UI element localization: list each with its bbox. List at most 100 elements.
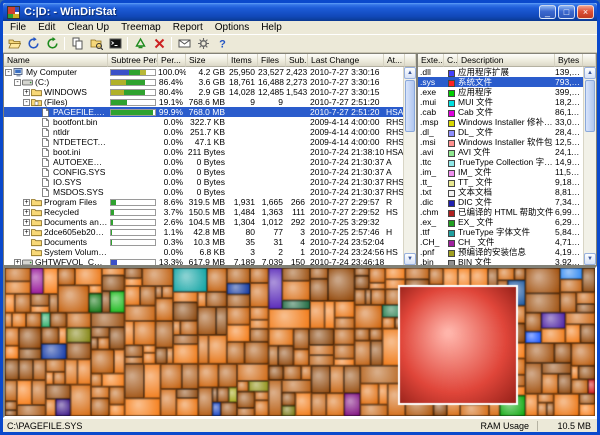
tree-column-header-7[interactable]: Last Change (308, 54, 384, 67)
expand-icon[interactable]: + (14, 259, 21, 266)
tree-column-header-1[interactable]: Subtree Perc... (108, 54, 158, 67)
tree-column-header-3[interactable]: Size (186, 54, 228, 67)
tree-column-header-0[interactable]: Name (4, 54, 108, 67)
extension-row[interactable]: .mspWindows Installer 修补程序33,030,144 (418, 117, 583, 127)
extension-row[interactable]: .pnf预编译的安装信息4,194,304 (418, 247, 583, 257)
treemap-canvas[interactable] (5, 268, 595, 416)
extension-scroll-track[interactable] (584, 133, 596, 253)
menu-help[interactable]: Help (255, 21, 288, 35)
extension-row[interactable]: .dl_DL_ 文件28,472,165 (418, 127, 583, 137)
tree-row[interactable]: +2dce605eb2032caf8b6...1.1%42.8 MB807732… (4, 227, 403, 237)
extension-scrollbar[interactable]: ▲ ▼ (583, 67, 596, 265)
tree-row[interactable]: +boot.ini0.0%211 Bytes2010-7-24 21:38:10… (4, 147, 403, 157)
extension-scroll-thumb[interactable] (585, 80, 595, 132)
extension-row[interactable]: .ex_EX_ 文件6,291,456 (418, 217, 583, 227)
menu-clean-up[interactable]: Clean Up (61, 21, 115, 35)
tree-column-header-4[interactable]: Items (228, 54, 258, 67)
toolbar-copy-path-button[interactable] (68, 36, 86, 52)
tree-row[interactable]: +WINDOWS80.4%2.9 GB14,02812,4851,5432010… (4, 87, 403, 97)
tree-row[interactable]: +IO.SYS0.0%0 Bytes2010-7-24 21:30:37RHSA (4, 177, 403, 187)
extension-row[interactable]: .ttcTrueType Collection 字体文件14,921,736 (418, 157, 583, 167)
tree-row[interactable]: +MSDOS.SYS0.0%0 Bytes2010-7-24 21:30:37R… (4, 187, 403, 197)
tree-item-label: NTDETECT.COM (53, 137, 108, 147)
scroll-down-icon[interactable]: ▼ (404, 253, 416, 265)
extension-row[interactable]: .muiMUI 文件18,243,584 (418, 97, 583, 107)
menu-edit[interactable]: Edit (32, 21, 61, 35)
tree-row[interactable]: +Program Files8.6%319.5 MB1,9311,6652662… (4, 197, 403, 207)
close-button[interactable]: × (577, 5, 594, 19)
tree-column-header-2[interactable]: Per... (158, 54, 186, 67)
menu-options[interactable]: Options (209, 21, 255, 35)
extension-column-header-3[interactable]: Bytes (555, 54, 583, 67)
menu-report[interactable]: Report (167, 21, 209, 35)
tree-row[interactable]: +ntldr0.0%251.7 KB2009-4-14 4:00:00RHSA (4, 127, 403, 137)
toolbar-refresh-selected-button[interactable] (43, 36, 61, 52)
menu-file[interactable]: File (4, 21, 32, 35)
toolbar-open-button[interactable] (5, 36, 23, 52)
toolbar-settings-button[interactable] (194, 36, 212, 52)
tree-column-header-8[interactable]: At... (384, 54, 405, 67)
scroll-up-icon[interactable]: ▲ (404, 67, 416, 79)
extension-row[interactable]: .binBIN 文件3,927,404 (418, 257, 583, 265)
expand-icon[interactable]: + (23, 89, 30, 96)
scroll-down-icon[interactable]: ▼ (584, 253, 596, 265)
toolbar-command-prompt-here-button[interactable] (106, 36, 124, 52)
tree-cell-subdirs: 1,543 (286, 87, 308, 97)
toolbar-delete-button[interactable] (150, 36, 168, 52)
tree-row[interactable]: +Documents0.3%10.3 MB353142010-7-24 23:5… (4, 237, 403, 247)
collapse-icon[interactable]: - (14, 79, 21, 86)
extension-row[interactable]: .cabCab 文件86,114,304 (418, 107, 583, 117)
minimize-button[interactable]: _ (539, 5, 556, 19)
extension-row[interactable]: .sys系统文件793,480,192 (418, 77, 583, 87)
tree-row[interactable]: -(C:)86.4%3.6 GB18,76116,4882,2732010-7-… (4, 77, 403, 87)
tree-row[interactable]: +bootfont.bin0.0%322.7 KB2009-4-14 4:00:… (4, 117, 403, 127)
titlebar[interactable]: C:|D: - WinDirStat _ □ × (3, 3, 597, 21)
tree-row[interactable]: +PAGEFILE.SYS99.9%768.0 MB2010-7-27 2:51… (4, 107, 403, 117)
tree-row[interactable]: -(Files)19.1%768.6 MB992010-7-27 2:51:20 (4, 97, 403, 107)
toolbar-explorer-here-button[interactable] (87, 36, 105, 52)
tree-row[interactable]: +System Volume Info...0.0%6.8 KB3212010-… (4, 247, 403, 257)
tree-scrollbar[interactable]: ▲ ▼ (403, 67, 416, 265)
extension-row[interactable]: .chm已编译的 HTML 帮助文件6,990,418 (418, 207, 583, 217)
extension-column-header-0[interactable]: Exte... (418, 54, 444, 67)
collapse-icon[interactable]: - (23, 99, 30, 106)
extension-column-header-1[interactable]: C... (444, 54, 458, 67)
expand-icon[interactable]: + (23, 209, 30, 216)
extension-row[interactable]: .CH_CH_ 文件4,718,592 (418, 237, 583, 247)
extension-color-swatch (444, 77, 458, 87)
tree-row[interactable]: +GHTWFVOL_CN (D:)13.3%617.9 MB7,1897,039… (4, 257, 403, 265)
tree-cell-items (228, 157, 258, 167)
toolbar-delete-to-recycle-bin-button[interactable] (131, 36, 149, 52)
toolbar-help-button[interactable]: ? (213, 36, 231, 52)
tree-scroll-track[interactable] (404, 133, 416, 253)
extension-row[interactable]: .dicDIC 文件7,340,032 (418, 197, 583, 207)
menu-treemap[interactable]: Treemap (115, 21, 167, 35)
tree-row[interactable]: +Recycled3.7%150.5 MB1,4841,3631112010-7… (4, 207, 403, 217)
tree-row[interactable]: +AUTOEXEC.BAT0.0%0 Bytes2010-7-24 21:30:… (4, 157, 403, 167)
scroll-up-icon[interactable]: ▲ (584, 67, 596, 79)
toolbar-send-report-button[interactable] (175, 36, 193, 52)
extension-row[interactable]: .tt_TT_ 文件9,180,472 (418, 177, 583, 187)
expand-icon[interactable]: + (23, 229, 30, 236)
extension-column-header-2[interactable]: Description (458, 54, 555, 67)
tree-row[interactable]: +CONFIG.SYS0.0%0 Bytes2010-7-24 21:30:37… (4, 167, 403, 177)
tree-row[interactable]: +Documents and Sett...2.6%104.5 MB1,3041… (4, 217, 403, 227)
tree-row[interactable]: +NTDETECT.COM0.0%47.1 KB2009-4-14 4:00:0… (4, 137, 403, 147)
tree-item-label: WINDOWS (44, 87, 87, 97)
collapse-icon[interactable]: - (5, 69, 12, 76)
extension-row[interactable]: .msiWindows Installer 软件包12,582,912 (418, 137, 583, 147)
extension-row[interactable]: .txt文本文档8,812,405 (418, 187, 583, 197)
extension-row[interactable]: .im_IM_ 文件11,534,336 (418, 167, 583, 177)
tree-column-header-6[interactable]: Sub... (286, 54, 308, 67)
maximize-button[interactable]: □ (558, 5, 575, 19)
tree-row[interactable]: -My Computer100.0%4.2 GB25,95023,5272,42… (4, 67, 403, 77)
extension-row[interactable]: .aviAVI 文件24,117,248 (418, 147, 583, 157)
tree-column-header-5[interactable]: Files (258, 54, 286, 67)
extension-row[interactable]: .ttfTrueType 字体文件5,842,719 (418, 227, 583, 237)
expand-icon[interactable]: + (23, 199, 30, 206)
expand-icon[interactable]: + (23, 219, 30, 226)
extension-row[interactable]: .exe应用程序399,216,640 (418, 87, 583, 97)
extension-row[interactable]: .dll应用程序扩展139,273,558 (418, 67, 583, 77)
toolbar-refresh-all-button[interactable] (24, 36, 42, 52)
tree-scroll-thumb[interactable] (405, 80, 415, 132)
